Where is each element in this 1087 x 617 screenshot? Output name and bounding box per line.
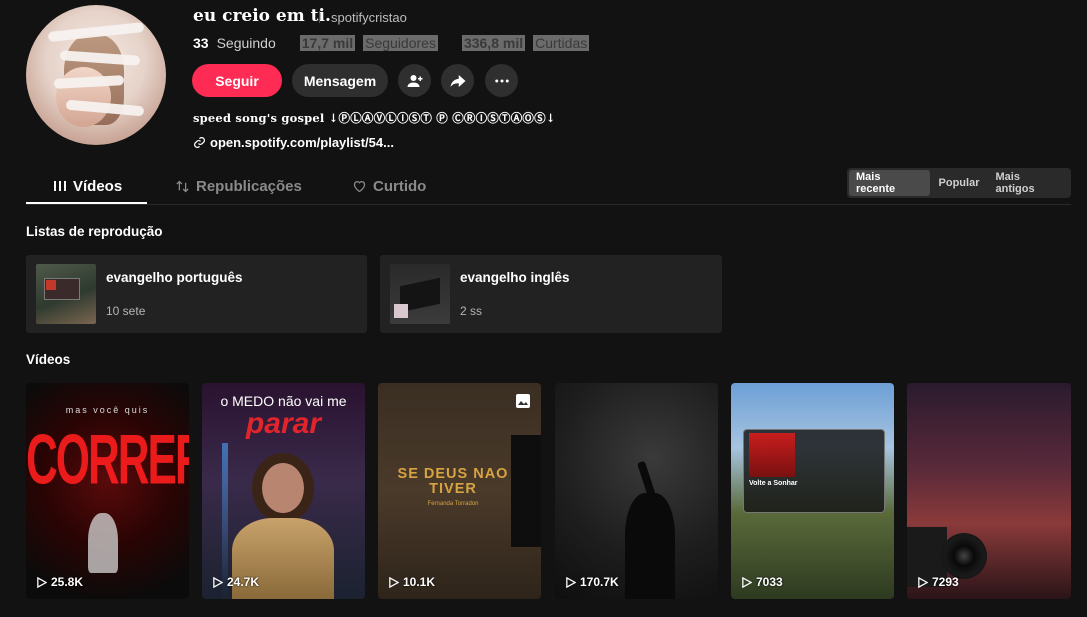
repost-icon <box>176 180 189 192</box>
photo-icon <box>516 394 530 408</box>
tab-liked-label: Curtido <box>373 177 427 195</box>
video-overlay-main: Volte a Sonhar <box>749 480 798 487</box>
tab-videos[interactable]: Vídeos <box>53 168 122 204</box>
video-card[interactable]: o MEDO não vai me parar 24.7K <box>202 383 365 599</box>
profile-avatar[interactable] <box>26 5 166 145</box>
more-options-button[interactable] <box>485 64 518 97</box>
name-separator <box>319 11 320 23</box>
video-card[interactable]: SE DEUS NAO TIVER Fernanda Torradon 10.1… <box>378 383 541 599</box>
sort-popular[interactable]: Popular <box>932 170 987 196</box>
play-icon <box>918 576 928 588</box>
heart-icon <box>353 180 366 192</box>
play-icon <box>213 576 223 588</box>
playlists-heading: Listas de reprodução <box>26 224 163 239</box>
video-views: 10.1K <box>388 575 435 589</box>
profile-link[interactable]: open.spotify.com/playlist/54... <box>193 135 394 150</box>
sort-oldest[interactable]: Mais antigos <box>988 170 1069 196</box>
video-views: 25.8K <box>36 575 83 589</box>
playlist-count: 2 ss <box>460 304 483 318</box>
playlist-thumbnail <box>390 264 450 324</box>
video-overlay-top: mas você quis <box>65 405 150 415</box>
video-card[interactable]: 170.7K <box>555 383 718 599</box>
share-button[interactable] <box>441 64 474 97</box>
playlist-title: evangelho inglês <box>460 270 570 285</box>
video-card[interactable]: 7293 <box>907 383 1071 599</box>
sort-selector: Mais recente Popular Mais antigos <box>847 168 1071 198</box>
video-views-count: 7033 <box>756 575 783 589</box>
profile-stats: 33 Seguindo 17,7 mil Seguidores 336,8 mi… <box>193 35 590 51</box>
follow-button[interactable]: Seguir <box>192 64 282 97</box>
following-count[interactable]: 33 <box>193 35 209 51</box>
video-views-count: 170.7K <box>580 575 619 589</box>
profile-link-text[interactable]: open.spotify.com/playlist/54... <box>210 135 394 150</box>
profile-username: spotifycristao <box>331 10 407 25</box>
playlist-title: evangelho português <box>106 270 243 285</box>
playlist-count: 10 sete <box>106 304 146 318</box>
person-add-icon <box>407 74 422 87</box>
play-icon <box>742 576 752 588</box>
play-icon <box>389 576 399 588</box>
profile-bio: speed song's gospel ↓ⓅⓁⒶⓋⓁⒾⓈⓉ Ⓟ ⒸⓇⒾⓈⓉⒶⓄⓈ… <box>193 111 556 125</box>
followers-label[interactable]: Seguidores <box>363 35 438 51</box>
video-card[interactable]: Volte a Sonhar 7033 <box>731 383 894 599</box>
likes-label: Curtidas <box>533 35 590 51</box>
tab-liked[interactable]: Curtido <box>352 168 426 204</box>
video-card[interactable]: mas você quis CORRER 25.8K <box>26 383 189 599</box>
share-icon <box>450 74 465 87</box>
active-tab-indicator <box>26 202 147 204</box>
videos-heading: Vídeos <box>26 352 71 367</box>
profile-display-name: eu creio em ti. <box>193 6 331 26</box>
video-views: 7293 <box>917 575 959 589</box>
followers-count[interactable]: 17,7 mil <box>299 35 356 51</box>
play-icon <box>37 576 47 588</box>
video-overlay-sub: Fernanda Torradon <box>427 501 479 507</box>
tab-videos-label: Vídeos <box>73 177 123 195</box>
link-icon <box>194 137 205 148</box>
following-label[interactable]: Seguindo <box>217 35 276 51</box>
video-views: 7033 <box>741 575 783 589</box>
add-friend-button[interactable] <box>398 64 431 97</box>
tab-reposts-label: Republicações <box>196 177 302 195</box>
tab-reposts[interactable]: Republicações <box>175 168 302 204</box>
video-views: 170.7K <box>565 575 619 589</box>
video-views-count: 24.7K <box>227 575 260 589</box>
playlist-thumbnail <box>36 264 96 324</box>
video-overlay-main: SE DEUS NAO TIVER <box>397 466 509 497</box>
video-views-count: 25.8K <box>51 575 84 589</box>
likes-count: 336,8 mil <box>461 35 526 51</box>
play-icon <box>566 576 576 588</box>
video-views: 24.7K <box>212 575 259 589</box>
more-icon <box>494 79 509 82</box>
sort-newest[interactable]: Mais recente <box>849 170 930 196</box>
video-overlay-main: CORRER <box>26 421 189 500</box>
video-views-count: 10.1K <box>403 575 436 589</box>
video-views-count: 7293 <box>932 575 959 589</box>
playlist-card[interactable]: evangelho inglês 2 ss <box>380 255 722 333</box>
video-overlay-main: parar <box>245 407 322 440</box>
grid-icon <box>54 181 66 191</box>
playlist-card[interactable]: evangelho português 10 sete <box>26 255 367 333</box>
message-button[interactable]: Mensagem <box>292 64 388 97</box>
